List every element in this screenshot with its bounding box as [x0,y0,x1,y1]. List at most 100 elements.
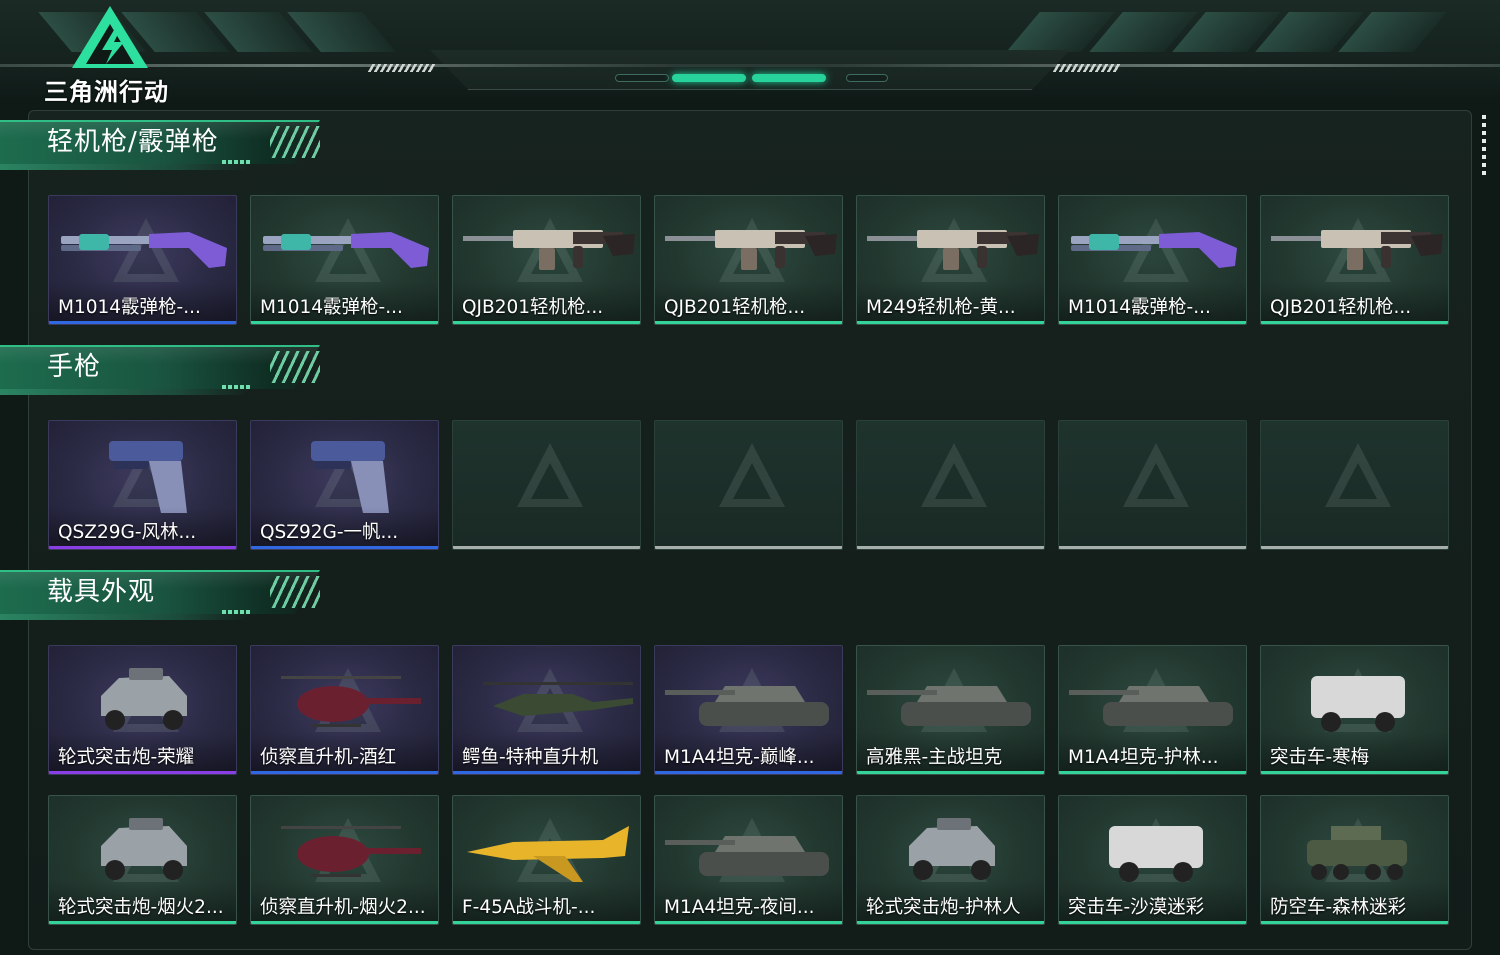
rarity-bar [857,321,1044,324]
item-label: 侦察直升机-烟火2... [260,897,426,918]
header-center-plate [430,50,1070,90]
item-card[interactable]: M1A4坦克-夜间... [654,795,843,925]
item-label: QJB201轻机枪... [1270,297,1412,318]
rarity-bar [1261,321,1448,324]
rarity-bar [251,321,438,324]
item-card[interactable]: M1014霰弹枪-... [250,195,439,325]
item-label: QSZ92G-一帆... [260,522,399,543]
page-indicator-2[interactable] [672,74,746,82]
item-label: M1014霰弹枪-... [58,297,201,318]
item-label: F-45A战斗机-... [462,897,596,918]
rarity-bar [655,321,842,324]
item-label: 轮式突击炮-烟火2... [58,897,224,918]
item-label: 轮式突击炮-荣耀 [58,747,195,768]
assault-vehicle-icon [1261,646,1448,746]
tank-icon [1059,646,1246,746]
top-header [0,0,1500,100]
section-title: 载具外观 [47,577,156,607]
rarity-bar [857,921,1044,924]
rarity-bar [655,771,842,774]
section-title: 轻机枪/霰弹枪 [47,127,219,157]
logo-text: 三角洲行动 [44,78,169,106]
section-header-vehicles: 载具外观 [0,570,330,622]
empty-slot-card [452,420,641,550]
machine-gun-icon [1261,196,1448,296]
section-header-pistols: 手枪 [0,345,330,397]
rarity-bar [1059,321,1246,324]
item-card[interactable]: M1A4坦克-护林... [1058,645,1247,775]
rarity-bar [453,771,640,774]
rarity-bar [251,921,438,924]
item-label: M1A4坦克-护林... [1068,747,1219,768]
empty-slot-card [856,420,1045,550]
item-card[interactable]: M1A4坦克-巅峰... [654,645,843,775]
rarity-bar [49,321,236,324]
item-card[interactable]: M1014霰弹枪-... [1058,195,1247,325]
item-card[interactable]: 突击车-寒梅 [1260,645,1449,775]
delta-watermark-icon [1323,441,1393,511]
item-card[interactable]: 高雅黑-主战坦克 [856,645,1045,775]
slashes-icon [270,576,320,608]
rarity-bar [1261,921,1448,924]
header-frame-line [0,64,1500,67]
rarity-bar [49,771,236,774]
slashes-icon [270,351,320,383]
header-decoration-right [1006,12,1447,52]
shotgun-icon [49,196,236,296]
item-label: 突击车-沙漠迷彩 [1068,897,1205,918]
tank-icon [655,646,842,746]
item-label: M1014霰弹枪-... [1068,297,1211,318]
item-label: M1A4坦克-巅峰... [664,747,815,768]
rarity-bar [1261,771,1448,774]
fighter-jet-icon [453,796,640,896]
item-label: QJB201轻机枪... [664,297,806,318]
pistol-icon [49,421,236,521]
assault-vehicle-icon [1059,796,1246,896]
item-card[interactable]: 侦察直升机-烟火2... [250,795,439,925]
item-card[interactable]: M249轻机枪-黄... [856,195,1045,325]
empty-slot-card [1260,420,1449,550]
rarity-bar [655,546,842,549]
item-card[interactable]: 轮式突击炮-护林人 [856,795,1045,925]
item-card[interactable]: 防空车-森林迷彩 [1260,795,1449,925]
item-label: M1014霰弹枪-... [260,297,403,318]
scrollbar-handle[interactable] [1482,115,1486,179]
rarity-bar [857,771,1044,774]
item-card[interactable]: QJB201轻机枪... [452,195,641,325]
item-card[interactable]: 侦察直升机-酒红 [250,645,439,775]
rarity-bar [49,921,236,924]
item-label: 高雅黑-主战坦克 [866,747,1003,768]
shotgun-icon [1059,196,1246,296]
item-card[interactable]: QJB201轻机枪... [1260,195,1449,325]
delta-watermark-icon [717,441,787,511]
item-card[interactable]: 突击车-沙漠迷彩 [1058,795,1247,925]
rarity-bar [1059,546,1246,549]
item-card[interactable]: F-45A战斗机-... [452,795,641,925]
rarity-bar [857,546,1044,549]
rarity-bar [251,771,438,774]
tank-icon [857,646,1044,746]
slashes-icon [270,126,320,158]
item-card[interactable]: 轮式突击炮-烟火2... [48,795,237,925]
rarity-bar [453,321,640,324]
section-header-guns: 轻机枪/霰弹枪 [0,120,330,172]
rarity-bar [251,546,438,549]
item-card[interactable]: 鳄鱼-特种直升机 [452,645,641,775]
rarity-bar [49,546,236,549]
header-ticks-right [1052,64,1122,72]
item-card[interactable]: QSZ92G-一帆... [250,420,439,550]
machine-gun-icon [857,196,1044,296]
machine-gun-icon [453,196,640,296]
item-card[interactable]: QJB201轻机枪... [654,195,843,325]
anti-air-vehicle-icon [1261,796,1448,896]
empty-slot-card [1058,420,1247,550]
item-card[interactable]: M1014霰弹枪-... [48,195,237,325]
item-card[interactable]: QSZ29G-风林... [48,420,237,550]
item-card[interactable]: 轮式突击炮-荣耀 [48,645,237,775]
item-label: 防空车-森林迷彩 [1270,897,1407,918]
page-indicator-1[interactable] [615,74,669,82]
machine-gun-icon [655,196,842,296]
tank-icon [655,796,842,896]
page-indicator-3[interactable] [752,74,826,82]
page-indicator-4[interactable] [846,74,888,82]
